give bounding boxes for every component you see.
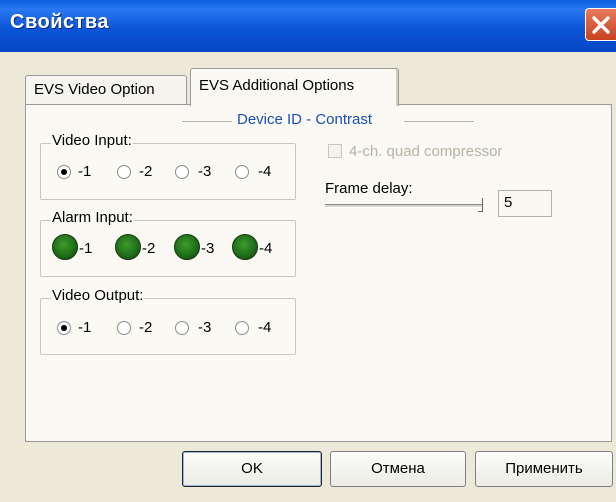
video-output-option-label: -4 bbox=[258, 319, 272, 336]
section-divider-left bbox=[182, 121, 232, 122]
alarm-led-1 bbox=[52, 234, 78, 260]
alarm-input-label: Alarm Input: bbox=[51, 209, 134, 226]
video-output-radio-4[interactable] bbox=[235, 321, 249, 335]
apply-button[interactable]: Применить bbox=[475, 451, 613, 487]
cancel-button[interactable]: Отмена bbox=[330, 451, 466, 487]
video-input-option-label: -4 bbox=[258, 163, 272, 180]
alarm-led-2 bbox=[115, 234, 141, 260]
video-output-option-label: -2 bbox=[139, 319, 153, 336]
video-output-label: Video Output: bbox=[51, 287, 145, 304]
video-output-radio-3[interactable] bbox=[175, 321, 189, 335]
close-icon bbox=[592, 16, 610, 34]
quad-compressor-checkbox[interactable] bbox=[328, 144, 342, 158]
tab-evs-video-option[interactable]: EVS Video Option bbox=[25, 75, 187, 105]
video-input-option-label: -3 bbox=[198, 163, 212, 180]
video-output-radio-2[interactable] bbox=[117, 321, 131, 335]
frame-delay-label: Frame delay: bbox=[325, 180, 413, 197]
video-input-radio-3[interactable] bbox=[175, 165, 189, 179]
alarm-option-label: -4 bbox=[259, 240, 273, 257]
video-input-radio-2[interactable] bbox=[117, 165, 131, 179]
ok-button[interactable]: OK bbox=[182, 451, 322, 487]
frame-delay-field[interactable]: 5 bbox=[498, 190, 552, 217]
frame-delay-slider-thumb[interactable] bbox=[478, 198, 483, 212]
alarm-led-3 bbox=[174, 234, 200, 260]
frame-delay-slider[interactable] bbox=[325, 204, 483, 208]
alarm-led-4 bbox=[232, 234, 258, 260]
video-output-radio-1[interactable] bbox=[57, 321, 71, 335]
title-bar: Свойства bbox=[0, 0, 616, 52]
section-title: Device ID - Contrast bbox=[237, 111, 373, 128]
video-output-option-label: -3 bbox=[198, 319, 212, 336]
section-divider-right bbox=[404, 121, 474, 122]
alarm-option-label: -1 bbox=[79, 240, 93, 257]
alarm-option-label: -2 bbox=[142, 240, 156, 257]
quad-compressor-label: 4-ch. quad compressor bbox=[349, 143, 503, 160]
video-input-option-label: -1 bbox=[78, 163, 92, 180]
video-output-option-label: -1 bbox=[78, 319, 92, 336]
video-input-radio-1[interactable] bbox=[57, 165, 71, 179]
window-title: Свойства bbox=[10, 11, 110, 33]
video-input-radio-4[interactable] bbox=[235, 165, 249, 179]
close-button[interactable] bbox=[585, 8, 616, 41]
video-input-option-label: -2 bbox=[139, 163, 153, 180]
alarm-option-label: -3 bbox=[201, 240, 215, 257]
video-input-label: Video Input: bbox=[51, 132, 133, 149]
tab-evs-additional-options[interactable]: EVS Additional Options bbox=[190, 68, 399, 106]
